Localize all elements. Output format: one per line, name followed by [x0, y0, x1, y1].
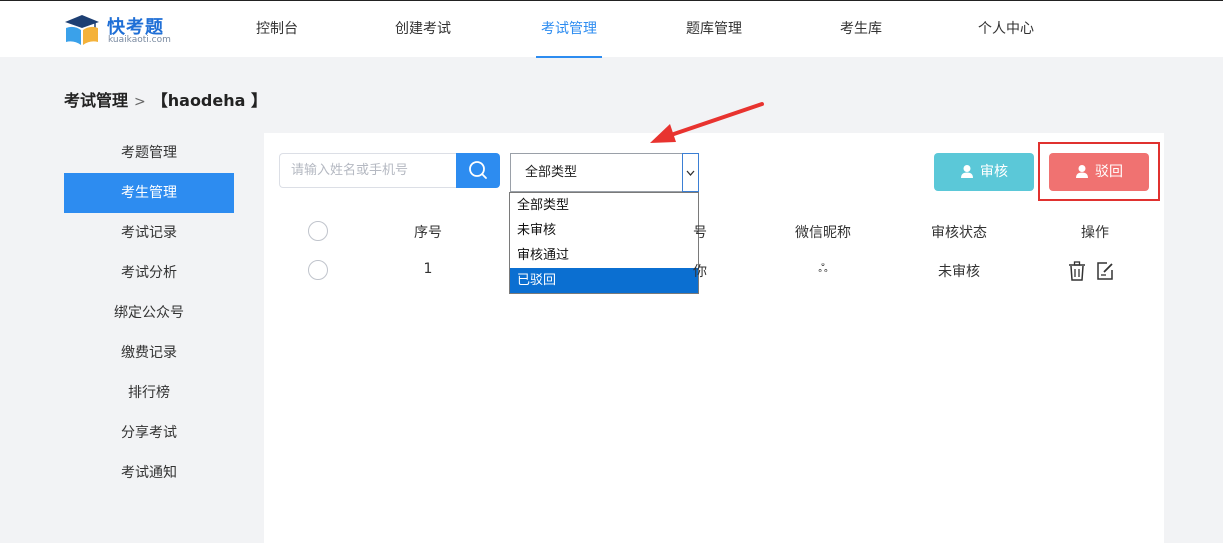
cell-status: 未审核 [938, 264, 980, 280]
breadcrumb-current: 【haodeha 】 [151, 91, 267, 110]
nav-item-exam-management[interactable]: 考试管理 [536, 1, 602, 58]
sidebar-item-exam-records[interactable]: 考试记录 [64, 213, 234, 253]
nav-item-candidate-library[interactable]: 考生库 [839, 1, 883, 57]
cell-phone: 你 [693, 264, 707, 280]
nav-item-question-bank[interactable]: 题库管理 [685, 1, 743, 57]
search-icon [469, 161, 487, 179]
dropdown-option-all[interactable]: 全部类型 [510, 193, 698, 218]
sidebar-item-exam-notification[interactable]: 考试通知 [64, 453, 234, 493]
nav-item-create-exam[interactable]: 创建考试 [394, 1, 452, 57]
logo-domain-text: kuaikaoti.com [108, 35, 171, 45]
chevron-down-icon [686, 170, 695, 176]
row-select-radio[interactable] [308, 260, 328, 280]
dropdown-option-approved[interactable]: 审核通过 [510, 243, 698, 268]
nav-item-dashboard[interactable]: 控制台 [255, 1, 299, 57]
search-input[interactable] [279, 153, 457, 188]
sidebar-item-candidate-management[interactable]: 考生管理 [64, 173, 234, 213]
sidebar-item-question-management[interactable]: 考题管理 [64, 133, 234, 173]
top-navbar: 快考题 kuaikaoti.com 控制台 创建考试 考试管理 题库管理 考生库… [0, 0, 1223, 58]
column-header-nickname: 微信昵称 [795, 225, 851, 241]
dropdown-option-rejected[interactable]: 已驳回 [510, 268, 698, 293]
logo-book-icon [65, 15, 99, 45]
select-all-radio[interactable] [308, 221, 328, 241]
column-header-phone: 号 [693, 225, 707, 241]
logo[interactable]: 快考题 kuaikaoti.com [63, 11, 183, 49]
user-icon [961, 165, 973, 178]
column-header-actions: 操作 [1081, 225, 1109, 241]
sidebar-item-share-exam[interactable]: 分享考试 [64, 413, 234, 453]
annotation-highlight-box [1038, 142, 1160, 201]
breadcrumb-root[interactable]: 考试管理 [64, 91, 128, 110]
approve-button[interactable]: 审核 [934, 153, 1034, 191]
annotation-arrow [650, 102, 764, 143]
sidebar-item-payment-records[interactable]: 缴费记录 [64, 333, 234, 373]
edit-icon[interactable] [1096, 261, 1114, 285]
sidebar-item-leaderboard[interactable]: 排行榜 [64, 373, 234, 413]
column-header-status: 审核状态 [931, 225, 987, 241]
breadcrumb: 考试管理 > 【haodeha 】 [64, 87, 267, 111]
type-select-arrow[interactable] [682, 153, 699, 192]
cell-index: 1 [423, 261, 433, 277]
cell-nickname: ஃ [818, 261, 828, 275]
approve-button-label: 审核 [980, 164, 1008, 180]
dropdown-option-unreviewed[interactable]: 未审核 [510, 218, 698, 243]
sidebar-item-bind-official-account[interactable]: 绑定公众号 [64, 293, 234, 333]
type-select[interactable]: 全部类型 [510, 153, 699, 192]
delete-icon[interactable] [1068, 261, 1086, 285]
type-dropdown-list: 全部类型 未审核 审核通过 已驳回 [509, 192, 699, 294]
nav-item-personal-center[interactable]: 个人中心 [977, 1, 1035, 57]
main-panel [264, 133, 1164, 543]
breadcrumb-separator: > [134, 94, 146, 110]
column-header-index: 序号 [414, 225, 442, 241]
sidebar-item-exam-analysis[interactable]: 考试分析 [64, 253, 234, 293]
search-button[interactable] [456, 153, 500, 188]
